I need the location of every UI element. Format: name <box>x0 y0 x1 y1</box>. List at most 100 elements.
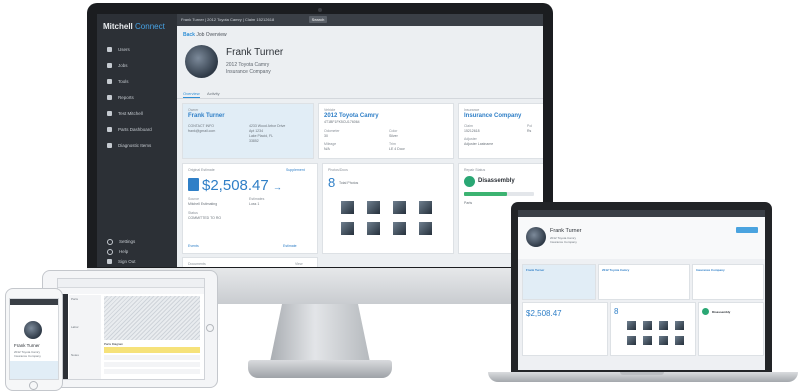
tablet-section[interactable]: Notes <box>71 353 79 357</box>
phone-owner-card[interactable] <box>10 361 58 379</box>
list-icon <box>107 143 112 148</box>
estimate-v1: Mitchell Estimating <box>188 202 218 206</box>
laptop-profile-name: Frank Turner <box>550 228 582 234</box>
estimate-card[interactable]: Original Estimate Supplement $2,508.47 →… <box>182 163 318 254</box>
sidebar-item-jobs[interactable]: Jobs <box>97 58 177 73</box>
sidebar-item-tools[interactable]: Tools <box>97 74 177 89</box>
photo-thumbnail[interactable] <box>643 336 652 345</box>
sidebar-item-label: Reports <box>118 95 134 100</box>
photo-thumbnail[interactable] <box>643 321 652 330</box>
photo-thumbnail[interactable] <box>675 336 684 345</box>
laptop-estimate-card[interactable]: $2,508.47 <box>522 302 608 356</box>
photo-thumbnail[interactable] <box>419 201 432 214</box>
photo-thumbnail[interactable] <box>393 201 406 214</box>
insurance-card-label: Insurance <box>464 108 480 112</box>
tablet-toolbar <box>58 279 204 288</box>
photos-card[interactable]: Photos/Docs 8 Total Photos <box>322 163 454 254</box>
laptop-repair-title: Disassembly <box>712 310 731 314</box>
sidebar-item-diagnostic[interactable]: Diagnostic Items <box>97 138 177 153</box>
repair-note: Parts <box>464 201 473 205</box>
photo-thumbnail[interactable] <box>393 222 406 235</box>
top-bar: Frank Turner | 2012 Toyota Camry | Claim… <box>177 14 543 26</box>
vehicle-v3: N/A <box>324 147 330 151</box>
highlighted-row[interactable] <box>104 347 200 353</box>
laptop-repair-card[interactable]: Disassembly <box>698 302 764 356</box>
signout-icon <box>107 259 112 264</box>
photo-thumbnail[interactable] <box>367 201 380 214</box>
wrench-icon <box>107 63 112 68</box>
flask-icon <box>107 111 112 116</box>
photo-thumbnail[interactable] <box>627 336 636 345</box>
tablet-section[interactable]: Parts <box>71 297 78 301</box>
back-text: Job Overview <box>196 32 227 38</box>
laptop-owner-name: Frank Turner <box>526 268 545 272</box>
photo-thumbnail[interactable] <box>367 222 380 235</box>
brand-name: Mitchell <box>103 22 133 31</box>
laptop-vehicle-card[interactable]: 2012 Toyota Camry <box>598 264 690 300</box>
photo-thumbnail[interactable] <box>659 336 668 345</box>
back-label: Back <box>183 32 195 38</box>
photo-thumbnail[interactable] <box>419 222 432 235</box>
arrow-right-icon: → <box>272 182 282 192</box>
parts-diagram-image[interactable] <box>104 296 200 340</box>
profile-insurer: Insurance Company <box>226 69 271 75</box>
estimate-k1: Source <box>188 197 200 201</box>
estimate-k2: Estimates <box>249 197 265 201</box>
sidebar-item-reports[interactable]: Reports <box>97 90 177 105</box>
breadcrumb[interactable]: Frank Turner | 2012 Toyota Camry | Claim… <box>181 17 274 22</box>
laptop-photos-count: 8 <box>614 307 619 316</box>
owner-email[interactable]: frank@gmail.com <box>188 129 215 133</box>
events-link[interactable]: Events <box>188 244 199 248</box>
photo-thumbnail[interactable] <box>627 321 636 330</box>
photos-count-label: Total Photos <box>339 181 359 185</box>
phone-home-button[interactable] <box>29 381 38 390</box>
photo-thumbnail[interactable] <box>659 321 668 330</box>
insurance-card[interactable]: Insurance Insurance Company Claim 152126… <box>458 103 543 159</box>
phone-top-bar <box>10 299 58 305</box>
vehicle-card[interactable]: Vehicle 2012 Toyota Camry 4T1BF1FK5CU176… <box>318 103 454 159</box>
imac-foot <box>248 360 392 378</box>
tablet-list: Parts Labor Notes <box>69 295 101 379</box>
table-row[interactable] <box>104 362 200 367</box>
sidebar-item-label: Parts Dashboard <box>118 127 152 132</box>
photo-thumbnail[interactable] <box>341 222 354 235</box>
tab-overview[interactable]: Overview <box>183 91 200 98</box>
laptop-owner-card[interactable]: Frank Turner <box>522 264 596 300</box>
tab-activity[interactable]: Activity <box>207 91 220 96</box>
estimate-value: $2,508.47 → <box>202 177 282 194</box>
back-link[interactable]: Back Job Overview <box>183 32 227 38</box>
documents-view-link[interactable]: View <box>295 262 303 266</box>
search-button[interactable]: Search <box>309 16 327 23</box>
table-row[interactable] <box>104 369 200 374</box>
sidebar: Mitchell Connect Users Jobs Tools Report… <box>97 14 177 267</box>
brand-accent: Connect <box>135 22 165 31</box>
photo-thumbnail[interactable] <box>341 201 354 214</box>
laptop-photos-card[interactable]: 8 <box>610 302 696 356</box>
tablet-section[interactable]: Labor <box>71 325 79 329</box>
estimate-link[interactable]: Estimate <box>283 244 297 248</box>
vehicle-v1: 30 <box>324 134 328 138</box>
sidebar-item-users[interactable]: Users <box>97 42 177 57</box>
laptop-header: Frank Turner 2012 Toyota Camry Insurance… <box>518 217 765 259</box>
photo-thumbnail[interactable] <box>675 321 684 330</box>
vehicle-card-label: Vehicle <box>324 108 336 112</box>
profile-vehicle: 2012 Toyota Camry <box>226 62 270 68</box>
photos-count: 8 <box>328 175 336 190</box>
status-icon <box>702 308 709 315</box>
sidebar-item-signout[interactable]: Sign Out <box>97 254 177 267</box>
supplement-link[interactable]: Supplement <box>286 168 305 172</box>
documents-card[interactable]: Documents View <box>182 257 318 267</box>
table-row[interactable] <box>104 355 200 360</box>
brand-logo[interactable]: Mitchell Connect <box>103 22 165 31</box>
repair-progress-track <box>464 192 534 196</box>
tablet-home-button[interactable] <box>206 324 214 332</box>
user-icon <box>107 47 112 52</box>
sidebar-item-label: Sign Out <box>118 259 136 264</box>
owner-card[interactable]: Owner Frank Turner CONTACT INFO frank@gm… <box>182 103 314 159</box>
laptop-insurance-card[interactable]: Insurance Company <box>692 264 764 300</box>
insurance-v1: 15212618 <box>464 129 480 133</box>
sidebar-item-parts-dashboard[interactable]: Parts Dashboard <box>97 122 177 137</box>
laptop-action-button[interactable] <box>736 227 758 233</box>
sidebar-item-test[interactable]: Test Mitchell <box>97 106 177 121</box>
avatar <box>526 227 546 247</box>
